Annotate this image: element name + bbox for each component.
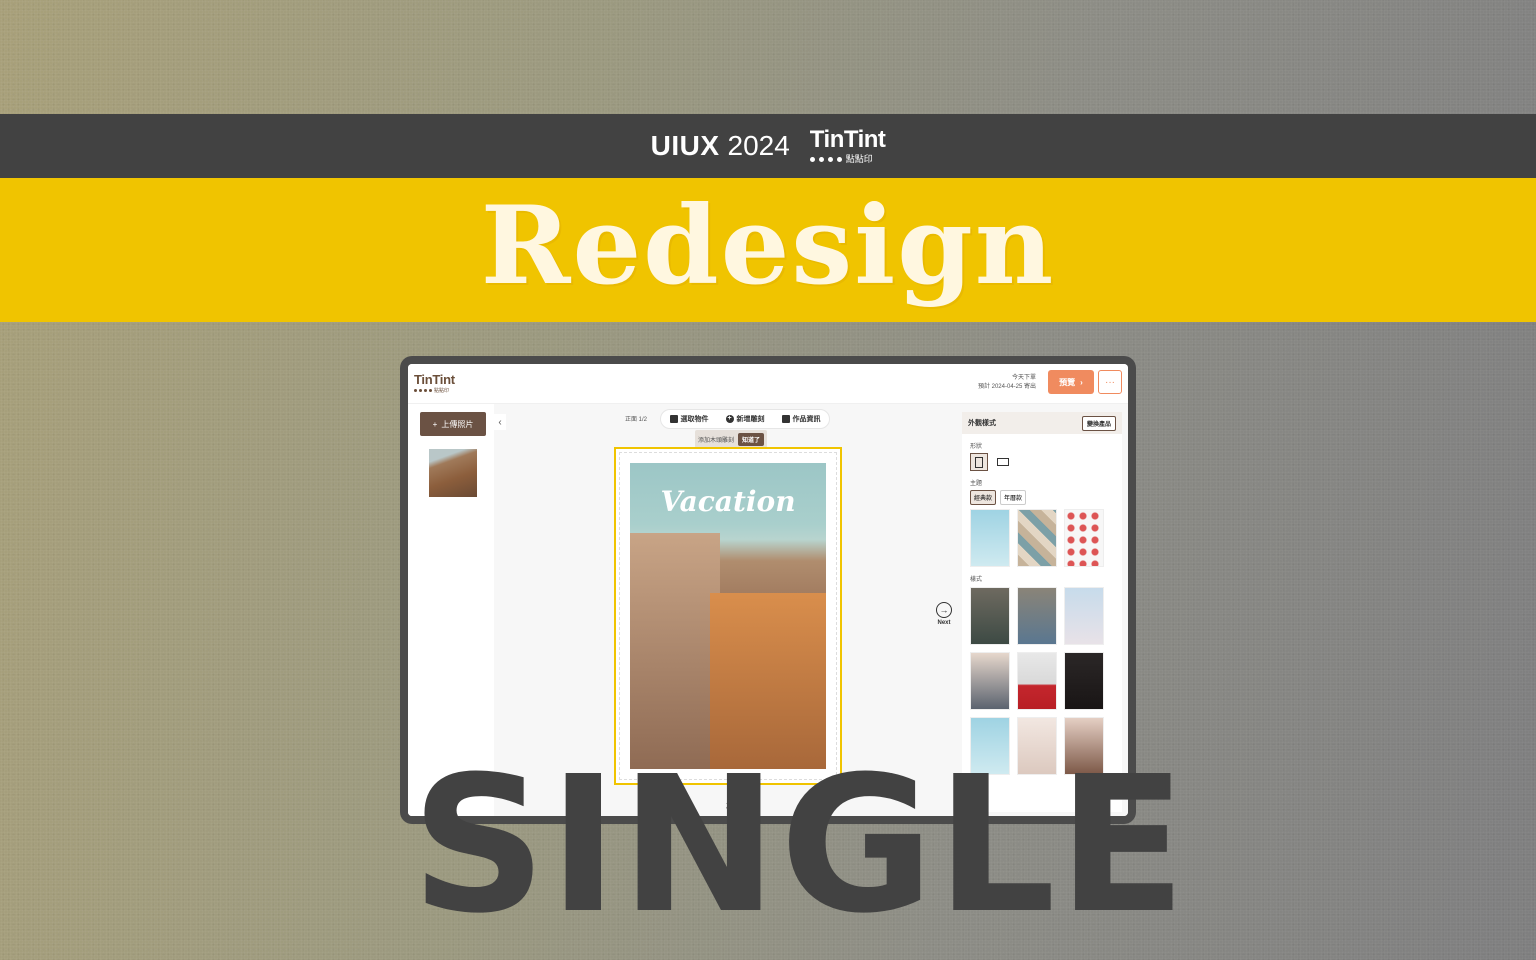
theme-chip-classic[interactable]: 經典款 [970, 490, 997, 505]
portrait-icon [975, 456, 983, 468]
canvas-photo[interactable]: Vacation [630, 463, 826, 769]
top-banner: UIUX 2024 TinTint 點點印 [0, 114, 1536, 178]
add-engrave-button[interactable]: + 新增雕刻 [725, 414, 765, 424]
select-object-button[interactable]: 選取物件 [669, 414, 709, 424]
style-template[interactable] [1064, 587, 1104, 645]
plus-circle-icon: + [725, 415, 734, 423]
style-template[interactable] [970, 652, 1010, 710]
headline: Redesign [480, 183, 1056, 309]
style-template[interactable] [1017, 587, 1057, 645]
landscape-icon [997, 458, 1009, 466]
comment-icon [781, 415, 790, 423]
upload-photo-button[interactable]: + 上傳照片 [420, 412, 486, 436]
headline-banner: Redesign [0, 178, 1536, 322]
arrow-right-icon: → [936, 602, 952, 618]
style-template[interactable] [1064, 652, 1104, 710]
plus-icon: + [432, 419, 438, 429]
canvas-title[interactable]: Vacation [630, 485, 826, 518]
photo-thumbnail[interactable] [429, 449, 477, 497]
collapse-panel-button[interactable]: ‹ [494, 414, 506, 430]
theme-template[interactable] [1017, 509, 1057, 567]
event-year: 2024 [727, 130, 790, 161]
chevron-right-icon: › [1080, 377, 1083, 387]
page-indicator: 正面 1/2 [625, 417, 648, 423]
theme-template[interactable] [970, 509, 1010, 567]
preview-button[interactable]: 預覽 › [1048, 370, 1094, 394]
app-logo[interactable]: TinTint 點點印 [414, 372, 455, 394]
ship-info: 今天下單 預計 2024-04-25 寄出 [977, 375, 1036, 390]
theme-label: 主題 [970, 481, 983, 487]
footer-word: SINGLE [411, 736, 1189, 955]
app-header: TinTint 點點印 今天下單 預計 2024-04-25 寄出 預覽 › ·… [408, 364, 1128, 404]
editor-toolbar: 選取物件 + 新增雕刻 作品資訊 [660, 409, 830, 429]
brand-logo: TinTint 點點印 [809, 126, 886, 164]
style-panel-title: 外觀樣式 [968, 420, 996, 427]
shape-label: 形狀 [970, 444, 983, 450]
next-button[interactable]: → Next [936, 602, 952, 626]
theme-template[interactable] [1064, 509, 1104, 567]
style-template[interactable] [1017, 652, 1057, 710]
portrait-shape-option[interactable] [970, 453, 988, 471]
event-label: UIUX [650, 130, 720, 161]
brand-sub: 點點印 [809, 155, 873, 164]
engrave-tooltip: 添加木頭雕刻 知道了 [695, 430, 768, 448]
swap-product-button[interactable]: 變換產品 [1081, 415, 1116, 431]
tooltip-ok-button[interactable]: 知道了 [738, 432, 765, 446]
design-canvas[interactable]: Vacation [614, 447, 842, 785]
style-template[interactable] [970, 587, 1010, 645]
brand-name: TinTint [809, 126, 886, 153]
theme-chip-calendar[interactable]: 年曆款 [1000, 490, 1027, 505]
landscape-shape-option[interactable] [994, 453, 1012, 471]
style-label: 樣式 [970, 577, 983, 583]
more-button[interactable]: ··· [1098, 370, 1122, 394]
cursor-icon [669, 415, 678, 423]
work-info-button[interactable]: 作品資訊 [781, 414, 821, 424]
